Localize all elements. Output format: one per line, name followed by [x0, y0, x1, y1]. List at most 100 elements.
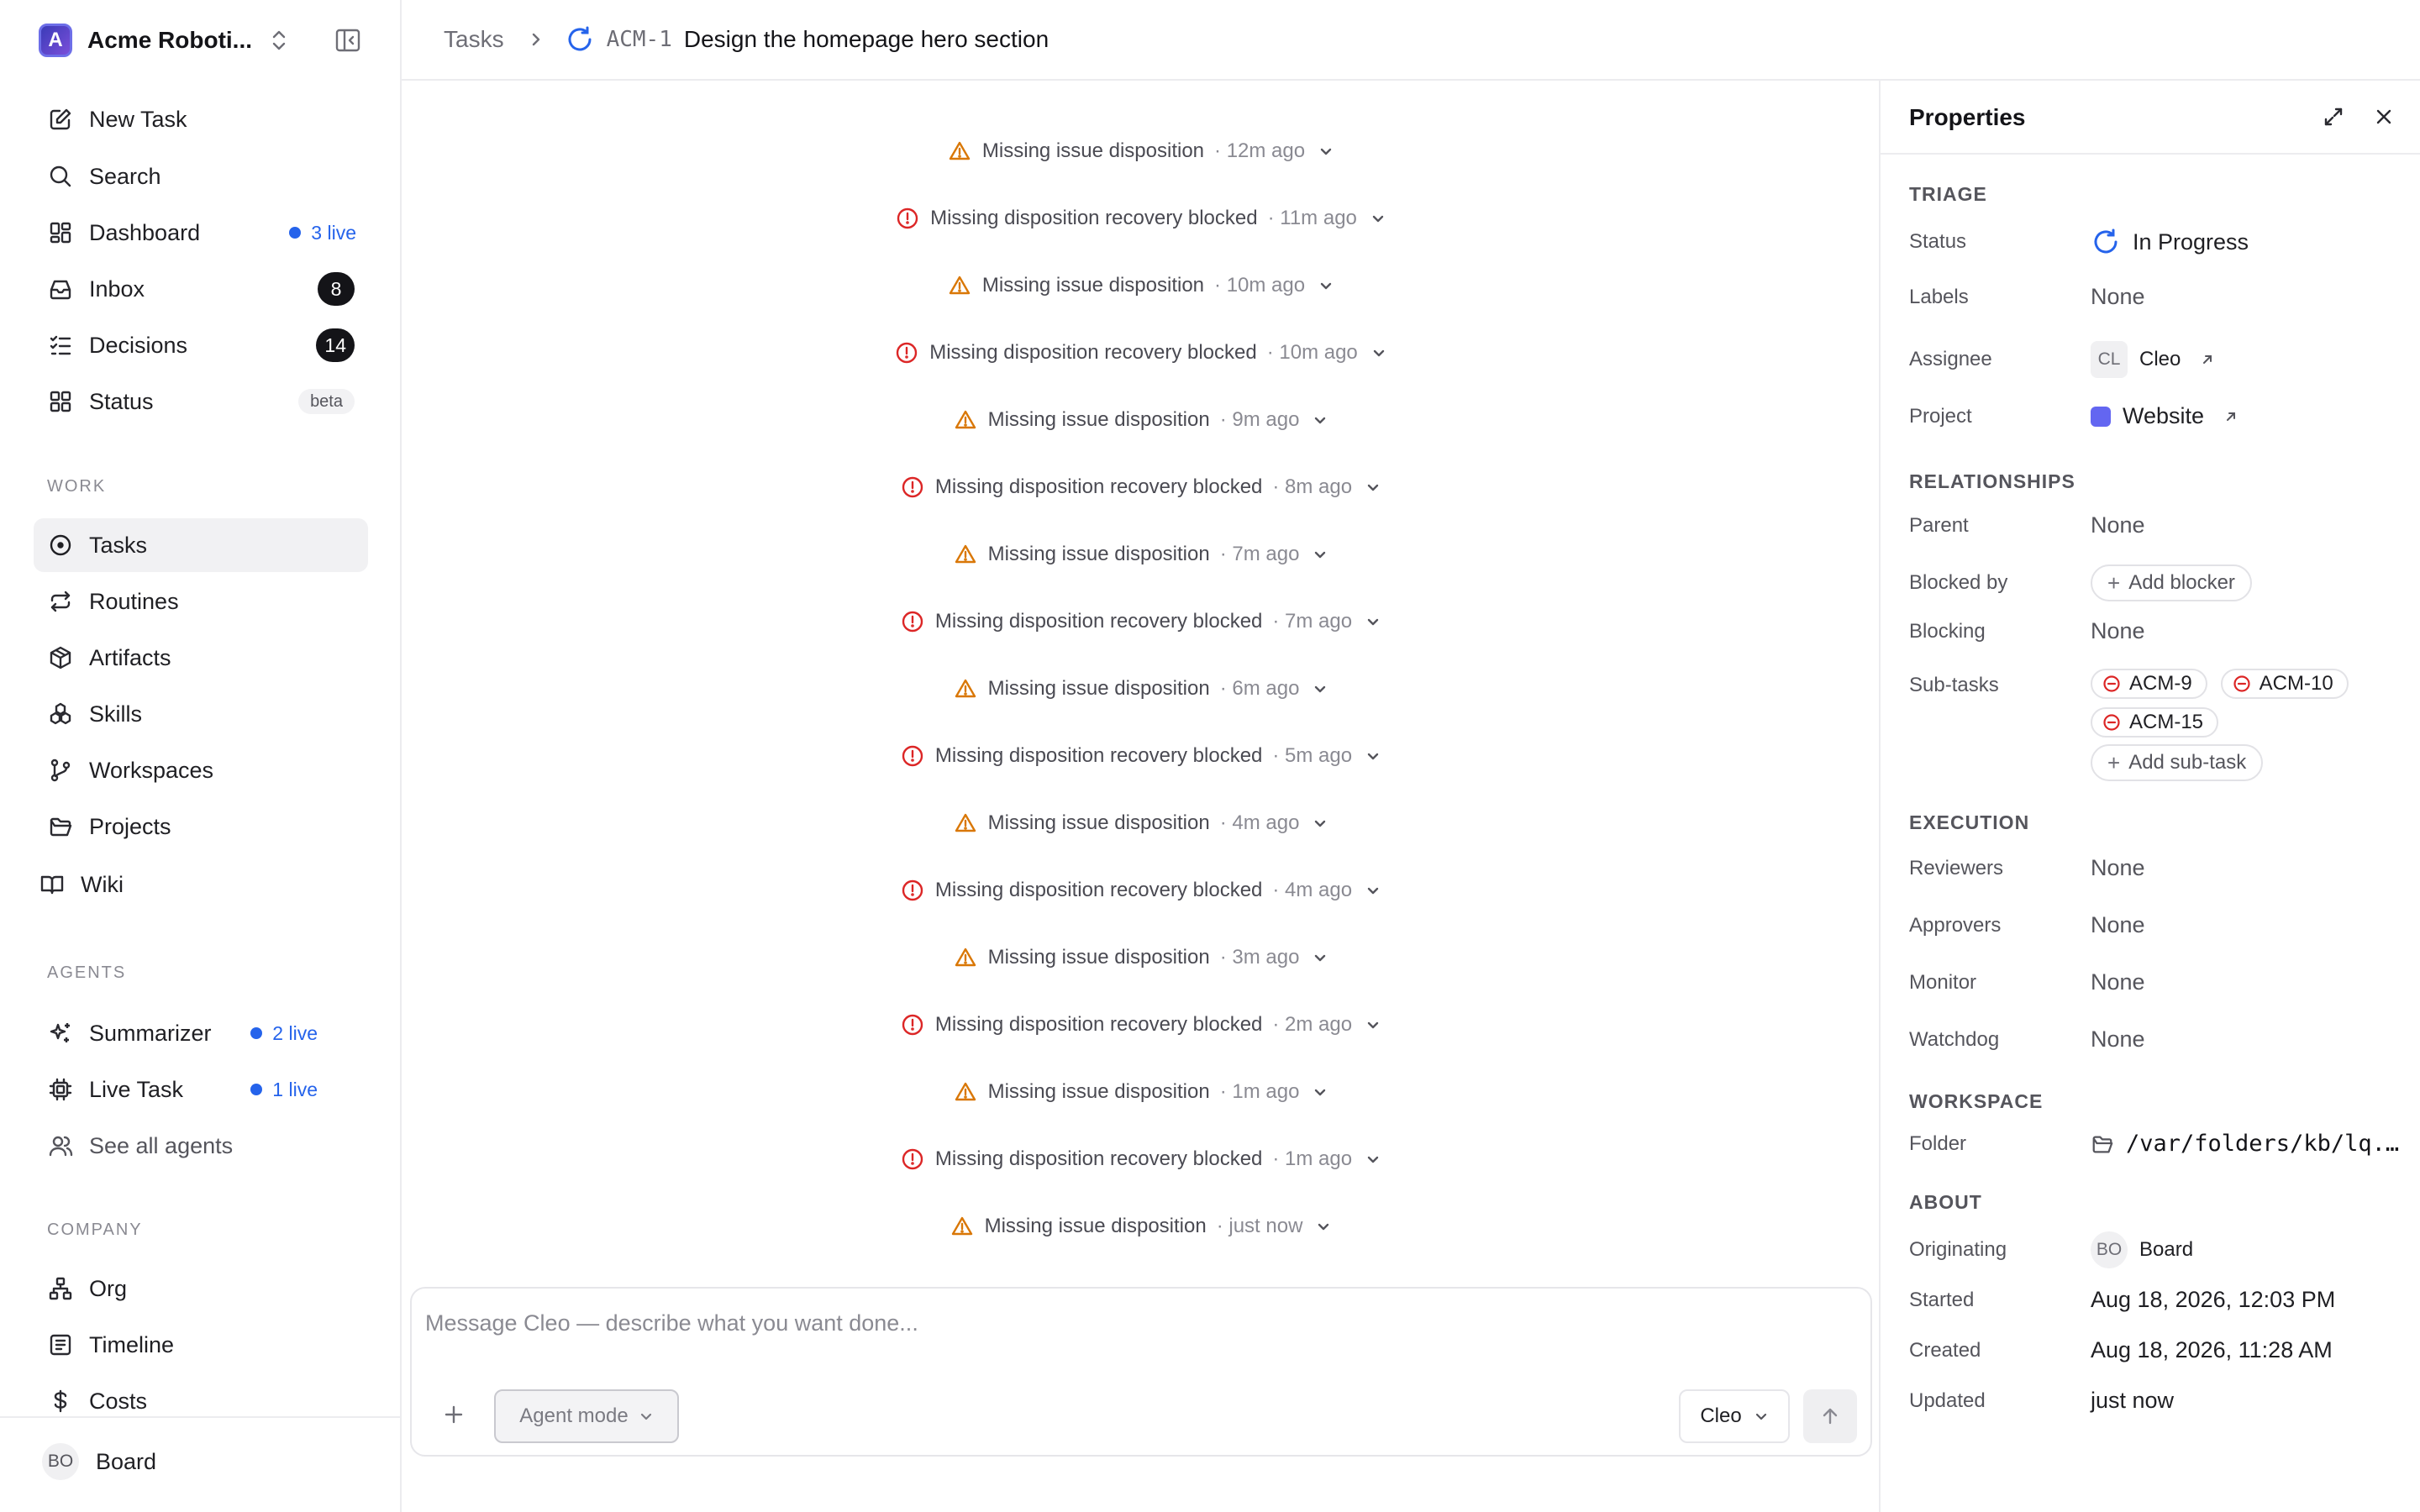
nav-artifacts[interactable]: Artifacts — [34, 631, 368, 685]
subtasks-list: ACM-9 ACM-10 ACM-15 — [2091, 669, 2413, 746]
labels-value[interactable]: None — [2091, 284, 2145, 310]
chevron-down-icon[interactable] — [1364, 881, 1382, 900]
breadcrumb-tasks-link[interactable]: Tasks — [444, 26, 504, 53]
chevron-down-icon[interactable] — [1317, 276, 1335, 295]
approvers-value[interactable]: None — [2091, 912, 2145, 938]
nav-decisions[interactable]: Decisions 14 — [34, 318, 368, 372]
activity-event-time: · 1m ago — [1272, 1147, 1353, 1170]
subtask-chip[interactable]: ACM-9 — [2091, 669, 2207, 699]
activity-event-row[interactable]: Missing issue disposition · 9m ago — [403, 400, 1879, 440]
activity-event-time: · 11m ago — [1267, 207, 1357, 229]
chevron-down-icon[interactable] — [1317, 142, 1335, 160]
activity-event-row[interactable]: Missing disposition recovery blocked · 5m… — [403, 736, 1879, 776]
nav-agent-summarizer[interactable]: Summarizer 2 live — [34, 1006, 368, 1060]
warning-triangle-icon — [950, 1214, 975, 1239]
nav-timeline[interactable]: Timeline — [34, 1318, 368, 1372]
nav-skills[interactable]: Skills — [34, 687, 368, 741]
external-link-icon[interactable] — [2199, 351, 2216, 368]
nav-new-task[interactable]: New Task — [34, 92, 368, 146]
activity-event-row[interactable]: Missing issue disposition · 6m ago — [403, 669, 1879, 709]
activity-event-row[interactable]: Missing disposition recovery blocked · 1m… — [403, 1139, 1879, 1179]
activity-event-row[interactable]: Missing issue disposition · 4m ago — [403, 803, 1879, 843]
agent-select[interactable]: Cleo — [1679, 1389, 1790, 1443]
nav-see-all-agents-label: See all agents — [89, 1132, 234, 1158]
activity-event-row[interactable]: Missing issue disposition · 12m ago — [403, 131, 1879, 171]
activity-event-text: Missing issue disposition — [981, 139, 1205, 162]
activity-event-text: Missing issue disposition — [987, 811, 1210, 834]
message-input[interactable] — [425, 1302, 1854, 1344]
assignee-value[interactable]: CL Cleo — [2091, 341, 2216, 378]
workspace-switcher[interactable]: A Acme Roboti... — [39, 24, 371, 57]
nav-tasks[interactable]: Tasks — [34, 518, 368, 572]
nav-workspaces[interactable]: Workspaces — [34, 743, 368, 797]
activity-event-row[interactable]: Missing disposition recovery blocked · 8m… — [403, 467, 1879, 507]
chevron-down-icon[interactable] — [1314, 1217, 1333, 1236]
nav-inbox[interactable]: Inbox 8 — [34, 262, 368, 316]
activity-event-row[interactable]: Missing disposition recovery blocked · 10… — [403, 333, 1879, 373]
chevron-down-icon[interactable] — [1311, 545, 1329, 564]
nav-org-label: Org — [89, 1275, 128, 1301]
chevron-down-icon[interactable] — [1364, 1016, 1382, 1034]
nav-wiki[interactable]: Wiki — [25, 858, 360, 911]
activity-event-row[interactable]: Missing disposition recovery blocked · 4m… — [403, 870, 1879, 911]
monitor-value[interactable]: None — [2091, 969, 2145, 995]
chevron-down-icon[interactable] — [1311, 411, 1329, 429]
subtask-chip[interactable]: ACM-10 — [2220, 669, 2349, 699]
external-link-icon[interactable] — [2223, 408, 2239, 425]
nav-search[interactable]: Search — [34, 150, 368, 203]
nav-agent-live-task[interactable]: Live Task 1 live — [34, 1063, 368, 1116]
chevron-down-icon[interactable] — [1311, 814, 1329, 832]
chevron-down-icon[interactable] — [1311, 1083, 1329, 1101]
activity-event-row[interactable]: Missing issue disposition · 10m ago — [403, 265, 1879, 306]
status-value[interactable]: In Progress — [2091, 227, 2249, 257]
error-circle-icon — [900, 743, 925, 769]
approvers-key: Approvers — [1909, 913, 2002, 937]
add-subtask-button[interactable]: + Add sub-task — [2091, 744, 2264, 781]
nav-see-all-agents[interactable]: See all agents — [34, 1119, 368, 1173]
created-key: Created — [1909, 1338, 1981, 1362]
reviewers-value[interactable]: None — [2091, 855, 2145, 881]
activity-event-row[interactable]: Missing issue disposition · just now — [403, 1206, 1879, 1247]
chevron-down-icon[interactable] — [1311, 948, 1329, 967]
nav-dashboard[interactable]: Dashboard 3 live — [34, 206, 368, 260]
expand-icon[interactable] — [2321, 104, 2346, 129]
error-circle-icon — [900, 609, 925, 634]
chevron-down-icon[interactable] — [1369, 209, 1387, 228]
chevron-down-icon[interactable] — [1311, 680, 1329, 698]
project-value[interactable]: Website — [2091, 403, 2239, 429]
reviewers-key: Reviewers — [1909, 856, 2004, 879]
sidebar-collapse-icon[interactable] — [334, 27, 361, 54]
parent-key: Parent — [1909, 513, 1969, 537]
chevron-down-icon[interactable] — [1370, 344, 1388, 362]
activity-event-row[interactable]: Missing issue disposition · 1m ago — [403, 1072, 1879, 1112]
current-user-menu[interactable]: BO Board — [42, 1443, 156, 1480]
send-button[interactable] — [1803, 1389, 1857, 1443]
chevron-down-icon[interactable] — [1364, 1150, 1382, 1168]
activity-event-time: · 7m ago — [1272, 610, 1353, 633]
watchdog-value[interactable]: None — [2091, 1026, 2145, 1053]
chevron-down-icon[interactable] — [1364, 612, 1382, 631]
chevron-down-icon[interactable] — [1364, 478, 1382, 496]
parent-value[interactable]: None — [2091, 512, 2145, 538]
nav-projects[interactable]: Projects — [34, 800, 368, 853]
activity-event-row[interactable]: Missing issue disposition · 3m ago — [403, 937, 1879, 978]
activity-event-row[interactable]: Missing disposition recovery blocked · 11… — [403, 198, 1879, 239]
chevron-down-icon[interactable] — [1364, 747, 1382, 765]
activity-event-row[interactable]: Missing issue disposition · 7m ago — [403, 534, 1879, 575]
subtask-chip[interactable]: ACM-15 — [2091, 707, 2219, 738]
nav-org[interactable]: Org — [34, 1262, 368, 1315]
plus-icon[interactable] — [442, 1403, 466, 1426]
close-icon[interactable] — [2371, 104, 2396, 129]
activity-event-row[interactable]: Missing disposition recovery blocked · 7m… — [403, 601, 1879, 642]
activity-event-time: · 8m ago — [1272, 475, 1353, 498]
chevron-up-down-icon — [267, 24, 291, 57]
subtask-id: ACM-9 — [2129, 672, 2192, 695]
nav-status[interactable]: Status beta — [34, 375, 368, 428]
agent-mode-button[interactable]: Agent mode — [494, 1389, 679, 1443]
nav-routines[interactable]: Routines — [34, 575, 368, 628]
blocked-by-key: Blocked by — [1909, 571, 2008, 594]
activity-event-row[interactable]: Missing disposition recovery blocked · 2m… — [403, 1005, 1879, 1045]
blocking-value[interactable]: None — [2091, 618, 2145, 644]
add-blocker-button[interactable]: + Add blocker — [2091, 564, 2252, 601]
folder-value[interactable]: /var/folders/kb/lq... — [2091, 1131, 2400, 1157]
